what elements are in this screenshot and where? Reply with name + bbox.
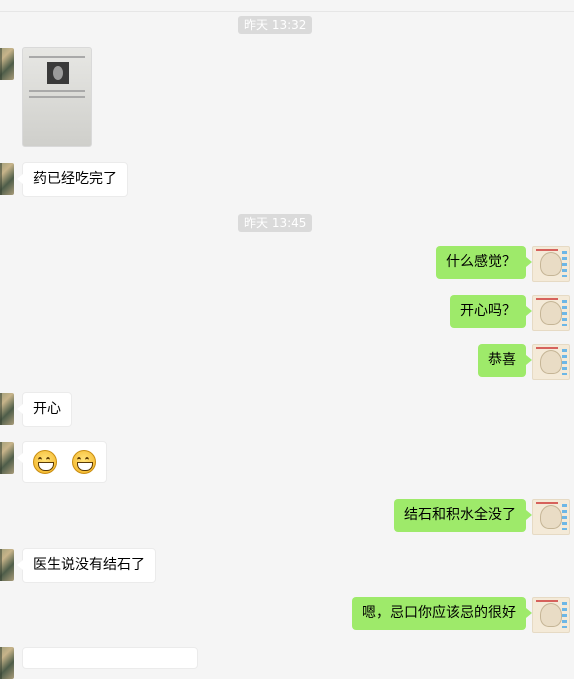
message-bubble-right[interactable]: 什么感觉？ [436, 246, 532, 279]
user-avatar[interactable] [532, 344, 570, 380]
message-bubble-right[interactable]: 嗯，忌口你应该忌的很好 [352, 597, 532, 630]
message-bubble-right[interactable]: 恭喜 [478, 344, 532, 377]
message-bubble-left-partial[interactable] [22, 647, 198, 669]
emoji-message[interactable] [17, 441, 107, 483]
user-avatar[interactable] [532, 246, 570, 282]
photo-text-line [29, 90, 85, 92]
contact-avatar[interactable] [0, 48, 14, 80]
photo-scan-thumbnail [47, 62, 69, 84]
contact-avatar[interactable] [0, 647, 14, 679]
image-message[interactable] [22, 47, 92, 147]
contact-avatar[interactable] [0, 549, 14, 581]
message-bubble-left[interactable]: 医生说没有结石了 [17, 548, 156, 583]
grin-face-icon [71, 450, 96, 474]
contact-avatar[interactable] [0, 163, 14, 195]
contact-avatar[interactable] [0, 393, 14, 425]
photo-text-line [29, 96, 85, 98]
contact-avatar[interactable] [0, 442, 14, 474]
message-bubble-left[interactable]: 药已经吃完了 [17, 162, 128, 197]
grin-face-icon [33, 450, 57, 474]
user-avatar[interactable] [532, 499, 570, 535]
chat-top-divider [0, 0, 574, 12]
user-avatar[interactable] [532, 295, 570, 331]
message-bubble-left[interactable]: 开心 [17, 392, 72, 427]
photo-text-line [29, 56, 85, 58]
timestamp: 昨天 13:32 [238, 16, 313, 34]
message-bubble-right[interactable]: 开心吗？ [450, 295, 532, 328]
user-avatar[interactable] [532, 597, 570, 633]
message-bubble-right[interactable]: 结石和积水全没了 [394, 499, 532, 532]
timestamp: 昨天 13:45 [238, 214, 313, 232]
